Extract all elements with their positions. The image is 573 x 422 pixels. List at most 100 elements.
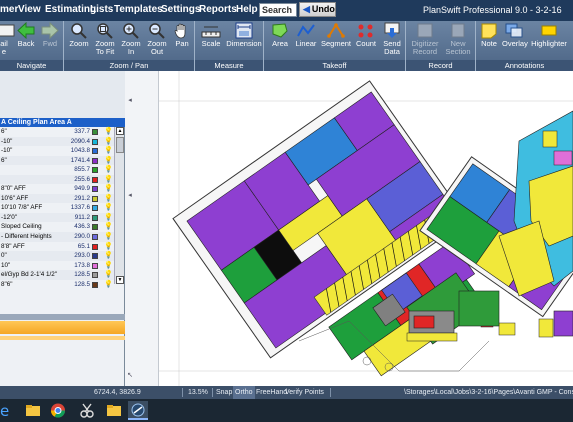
visibility-bulb-icon[interactable]: 💡 bbox=[104, 233, 113, 241]
pan-button[interactable]: Pan bbox=[171, 22, 193, 48]
panel-section-bar[interactable] bbox=[0, 321, 125, 334]
scroll-up-icon[interactable]: ▲ bbox=[116, 127, 124, 135]
email-button[interactable]: ail e bbox=[0, 22, 15, 56]
color-swatch[interactable] bbox=[92, 138, 98, 145]
visibility-bulb-icon[interactable]: 💡 bbox=[104, 204, 113, 212]
color-swatch[interactable] bbox=[92, 195, 98, 202]
menu-item-estimating[interactable]: Estimating bbox=[45, 4, 96, 15]
color-swatch[interactable] bbox=[92, 186, 98, 193]
takeoff-row[interactable]: Sloped Ceiling 436.3 💡 bbox=[0, 222, 114, 232]
menu-item-help[interactable]: Help bbox=[236, 4, 258, 15]
scroll-thumb[interactable] bbox=[116, 137, 124, 153]
scale-button[interactable]: Scale bbox=[199, 22, 223, 48]
color-swatch[interactable] bbox=[92, 281, 98, 288]
takeoff-row[interactable]: 6" 337.7 💡 bbox=[0, 127, 114, 137]
takeoff-row[interactable]: 8'8" AFF 65.1 💡 bbox=[0, 242, 114, 252]
visibility-bulb-icon[interactable]: 💡 bbox=[104, 185, 113, 193]
visibility-bulb-icon[interactable]: 💡 bbox=[104, 271, 113, 279]
takeoff-row[interactable]: 10" 173.8 💡 bbox=[0, 261, 114, 271]
back-button[interactable]: Back bbox=[14, 22, 38, 48]
zoom-button[interactable]: Zoom bbox=[67, 22, 91, 48]
menu-item-lists[interactable]: Lists bbox=[90, 4, 113, 15]
color-swatch[interactable] bbox=[92, 205, 98, 212]
takeoff-row[interactable]: -12'0" 911.2 💡 bbox=[0, 212, 114, 223]
visibility-bulb-icon[interactable]: 💡 bbox=[104, 138, 113, 146]
collapse-icon[interactable]: ↖ bbox=[126, 371, 134, 381]
takeoff-row[interactable]: 10'6" AFF 291.2 💡 bbox=[0, 193, 114, 204]
takeoff-row[interactable]: 6" 1741.4 💡 bbox=[0, 155, 114, 166]
digitizer-record-button[interactable]: Digitizer Record bbox=[409, 22, 441, 56]
new-section-button[interactable]: New Section bbox=[442, 22, 474, 56]
takeoff-row[interactable]: 855.7 💡 bbox=[0, 165, 114, 175]
takeoff-row[interactable]: -10" 2090.4 💡 bbox=[0, 136, 114, 147]
color-swatch[interactable] bbox=[92, 253, 98, 260]
file-explorer-icon[interactable] bbox=[23, 401, 43, 420]
page-nav-arrow-icon[interactable]: ◂ bbox=[126, 191, 134, 201]
snap-toggle[interactable]: Snap bbox=[216, 386, 232, 399]
verify-points-toggle[interactable]: Verify Points bbox=[285, 386, 324, 399]
menu-item-reports[interactable]: Reports bbox=[199, 4, 237, 15]
takeoff-row[interactable]: 8"0" AFF 949.9 💡 bbox=[0, 184, 114, 194]
snipping-tool-icon[interactable] bbox=[77, 401, 97, 420]
search-input[interactable]: Search bbox=[259, 3, 297, 17]
visibility-bulb-icon[interactable]: 💡 bbox=[104, 147, 113, 155]
visibility-bulb-icon[interactable]: 💡 bbox=[104, 262, 113, 270]
page-nav-arrow-icon[interactable]: ◂ bbox=[126, 96, 134, 106]
undo-button[interactable]: ◀ Undo bbox=[299, 2, 336, 17]
takeoff-list-scrollbar[interactable]: ▲ ▼ bbox=[114, 127, 124, 284]
segment-button[interactable]: Segment bbox=[320, 22, 352, 48]
area-button[interactable]: Area bbox=[268, 22, 292, 48]
planswift-taskbar-icon[interactable] bbox=[128, 401, 148, 420]
floor-plan-drawing[interactable] bbox=[159, 71, 573, 386]
ortho-toggle[interactable]: Ortho bbox=[233, 386, 255, 399]
visibility-bulb-icon[interactable]: 💡 bbox=[104, 166, 113, 174]
menu-item-takeoff[interactable]: mer bbox=[0, 4, 18, 15]
zoom-to-fit-button[interactable]: Zoom To Fit bbox=[92, 22, 118, 56]
visibility-bulb-icon[interactable]: 💡 bbox=[104, 128, 113, 136]
takeoff-row[interactable]: - Different Heights 290.0 💡 bbox=[0, 232, 114, 242]
color-swatch[interactable] bbox=[92, 129, 98, 135]
visibility-bulb-icon[interactable]: 💡 bbox=[104, 252, 113, 260]
color-swatch[interactable] bbox=[92, 148, 98, 155]
visibility-bulb-icon[interactable]: 💡 bbox=[104, 195, 113, 203]
color-swatch[interactable] bbox=[92, 157, 98, 164]
color-swatch[interactable] bbox=[92, 243, 98, 250]
color-swatch[interactable] bbox=[92, 272, 98, 279]
color-swatch[interactable] bbox=[92, 234, 98, 241]
menu-item-settings[interactable]: Settings bbox=[161, 4, 200, 15]
zoom-out-button[interactable]: Zoom Out bbox=[145, 22, 169, 56]
visibility-bulb-icon[interactable]: 💡 bbox=[104, 223, 113, 231]
takeoff-row[interactable]: 8"6" 128.5 💡 bbox=[0, 280, 114, 290]
color-swatch[interactable] bbox=[92, 176, 98, 183]
takeoff-row[interactable]: 0" 293.0 💡 bbox=[0, 251, 114, 261]
selected-page-header[interactable]: A Ceiling Plan Area A bbox=[0, 118, 125, 127]
takeoff-row[interactable]: -10" 1043.8 💡 bbox=[0, 146, 114, 156]
visibility-bulb-icon[interactable]: 💡 bbox=[104, 157, 113, 165]
takeoff-row[interactable]: 255.6 💡 bbox=[0, 174, 114, 185]
plan-canvas[interactable]: ◂ ◂ ↖ bbox=[125, 71, 573, 386]
takeoff-row[interactable]: el/Gyp Bd 2-1'4 1/2" 128.5 💡 bbox=[0, 270, 114, 280]
color-swatch[interactable] bbox=[92, 224, 98, 231]
visibility-bulb-icon[interactable]: 💡 bbox=[104, 214, 113, 222]
forward-button[interactable]: Fwd bbox=[38, 22, 62, 48]
color-swatch[interactable] bbox=[92, 262, 98, 269]
count-button[interactable]: Count bbox=[354, 22, 378, 48]
highlighter-button[interactable]: Highlighter bbox=[529, 22, 569, 48]
send-data-button[interactable]: Send Data bbox=[380, 22, 404, 56]
folder-icon[interactable] bbox=[104, 401, 124, 420]
panel-splitter[interactable] bbox=[0, 314, 125, 320]
visibility-bulb-icon[interactable]: 💡 bbox=[104, 281, 113, 289]
overlay-button[interactable]: Overlay bbox=[502, 22, 528, 48]
visibility-bulb-icon[interactable]: 💡 bbox=[104, 176, 113, 184]
linear-button[interactable]: Linear bbox=[293, 22, 319, 48]
menu-item-view[interactable]: View bbox=[18, 4, 41, 15]
dimension-button[interactable]: Dimension bbox=[226, 22, 262, 48]
takeoff-row[interactable]: 10'10 7/8" AFF 1337.6 💡 bbox=[0, 203, 114, 213]
chrome-icon[interactable] bbox=[48, 401, 68, 420]
scroll-down-icon[interactable]: ▼ bbox=[116, 276, 124, 284]
visibility-bulb-icon[interactable]: 💡 bbox=[104, 243, 113, 251]
color-swatch[interactable] bbox=[92, 167, 98, 174]
color-swatch[interactable] bbox=[92, 214, 98, 221]
freehand-toggle[interactable]: FreeHand bbox=[256, 386, 287, 399]
windows-start-icon[interactable]: e bbox=[0, 401, 20, 420]
